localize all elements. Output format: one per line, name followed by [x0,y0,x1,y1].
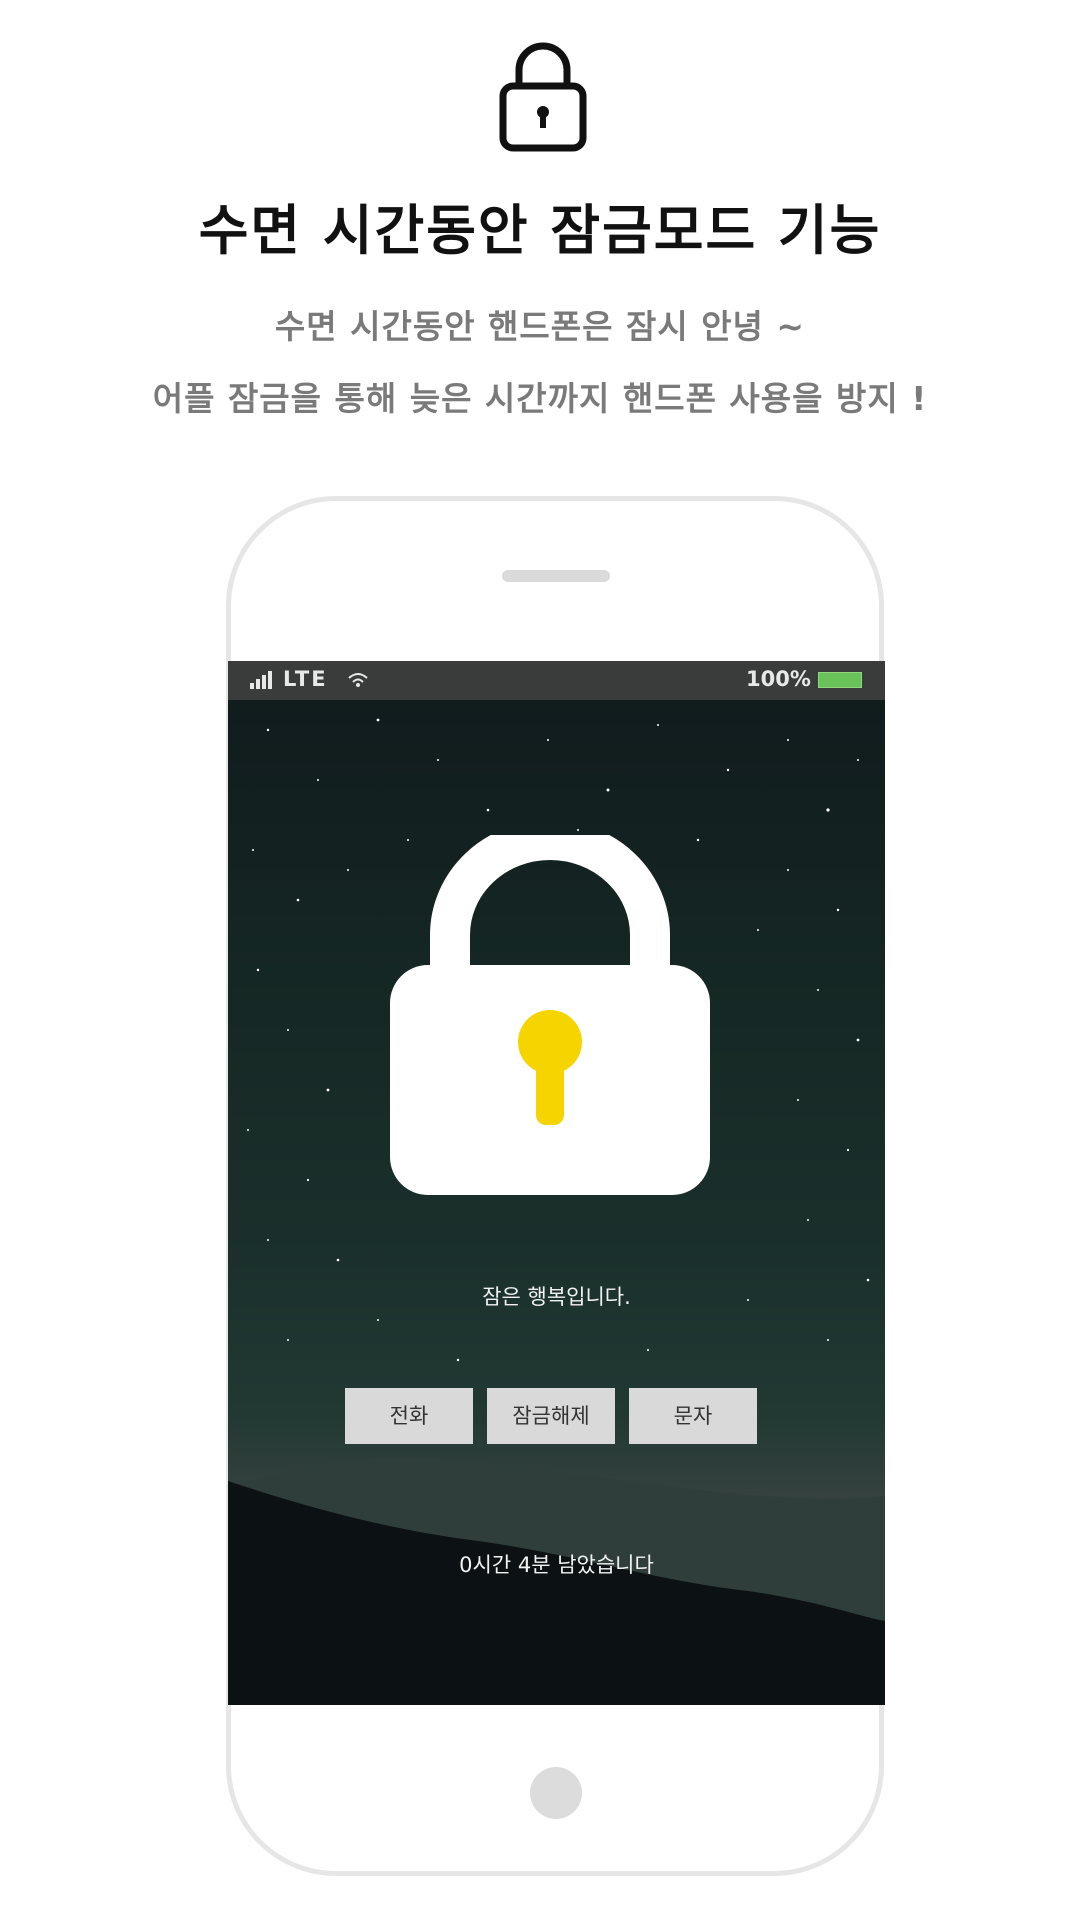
home-button[interactable] [530,1767,582,1819]
lock-icon [499,42,587,152]
text-message-button[interactable]: 문자 [629,1388,757,1444]
network-label: LTE [283,667,328,691]
signal-icon [250,671,272,689]
remaining-time: 0시간 4분 남았습니다 [459,1553,654,1577]
subtitle-line-2: 어플 잠금을 통해 늦은 시간까지 핸드폰 사용을 방지 ! [152,379,928,418]
phone-speaker [502,570,610,582]
wifi-icon [348,673,368,687]
call-button[interactable]: 전화 [345,1388,473,1444]
battery-percent: 100% [746,667,811,691]
subtitle-line-1: 수면 시간동안 핸드폰은 잠시 안녕 ~ [274,307,806,346]
sleep-message: 잠은 행복입니다. [482,1285,631,1309]
battery-icon [818,672,862,688]
unlock-button[interactable]: 잠금해제 [487,1388,615,1444]
lock-screen: LTE 100% 잠은 행복입니다. 전화 잠금해제 문자 0시간 4분 남았습… [228,661,885,1705]
padlock-icon [390,835,710,1195]
status-bar: LTE 100% [228,661,885,700]
page-title: 수면 시간동안 잠금모드 기능 [198,199,882,262]
